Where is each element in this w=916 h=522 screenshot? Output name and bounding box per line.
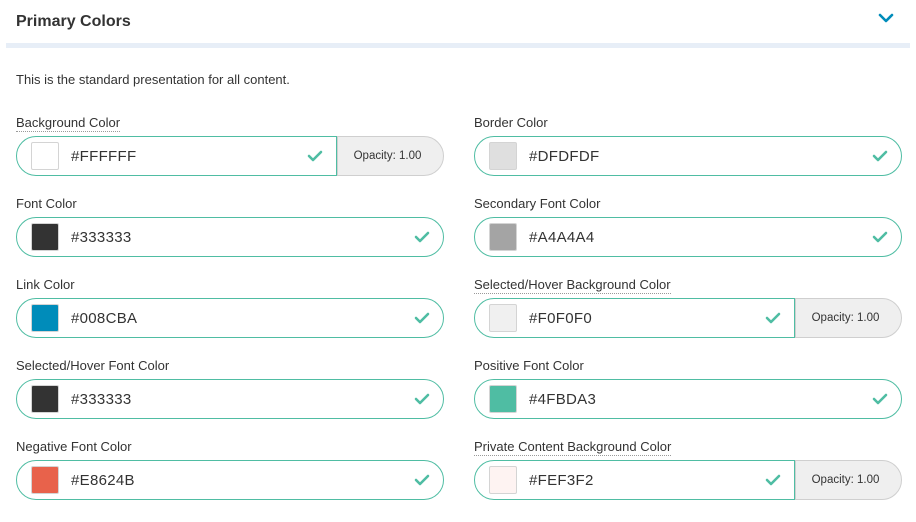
- field-label: Selected/Hover Background Color: [474, 277, 671, 294]
- color-swatch[interactable]: [31, 385, 59, 413]
- field-negative-font-color: Negative Font Color #E8624B: [16, 438, 444, 500]
- private-content-background-color-input[interactable]: #FEF3F2: [474, 460, 795, 500]
- checkmark-icon: [764, 311, 782, 325]
- hex-value: #FEF3F2: [529, 471, 594, 489]
- chevron-down-icon[interactable]: [876, 10, 896, 26]
- hex-value: #DFDFDF: [529, 147, 600, 165]
- field-selected-hover-font-color: Selected/Hover Font Color #333333: [16, 357, 444, 419]
- hex-value: #FFFFFF: [71, 147, 137, 165]
- negative-font-color-input[interactable]: #E8624B: [16, 460, 444, 500]
- field-selected-hover-background-color: Selected/Hover Background Color #F0F0F0 …: [474, 276, 902, 338]
- field-label: Private Content Background Color: [474, 439, 672, 456]
- link-color-input[interactable]: #008CBA: [16, 298, 444, 338]
- checkmark-icon: [871, 230, 889, 244]
- opacity-control[interactable]: Opacity: 1.00: [795, 298, 902, 338]
- checkmark-icon: [871, 149, 889, 163]
- hex-value: #333333: [71, 390, 132, 408]
- opacity-control[interactable]: Opacity: 1.00: [337, 136, 444, 176]
- field-secondary-font-color: Secondary Font Color #A4A4A4: [474, 195, 902, 257]
- header-divider: [6, 43, 910, 48]
- color-swatch[interactable]: [31, 223, 59, 251]
- field-border-color: Border Color #DFDFDF: [474, 114, 902, 176]
- checkmark-icon: [306, 149, 324, 163]
- field-label: Font Color: [16, 196, 77, 211]
- background-color-input[interactable]: #FFFFFF: [16, 136, 337, 176]
- opacity-control[interactable]: Opacity: 1.00: [795, 460, 902, 500]
- field-label: Positive Font Color: [474, 358, 584, 373]
- field-private-content-background-color: Private Content Background Color #FEF3F2…: [474, 438, 902, 500]
- field-label: Background Color: [16, 115, 121, 132]
- color-swatch[interactable]: [489, 142, 517, 170]
- color-swatch[interactable]: [489, 385, 517, 413]
- field-label: Link Color: [16, 277, 75, 292]
- field-positive-font-color: Positive Font Color #4FBDA3: [474, 357, 902, 419]
- checkmark-icon: [413, 230, 431, 244]
- color-swatch[interactable]: [489, 223, 517, 251]
- font-color-input[interactable]: #333333: [16, 217, 444, 257]
- color-swatch[interactable]: [31, 466, 59, 494]
- field-background-color: Background Color #FFFFFF Opacity: 1.00: [16, 114, 444, 176]
- secondary-font-color-input[interactable]: #A4A4A4: [474, 217, 902, 257]
- field-label: Secondary Font Color: [474, 196, 601, 211]
- field-label: Selected/Hover Font Color: [16, 358, 170, 373]
- hex-value: #008CBA: [71, 309, 138, 327]
- border-color-input[interactable]: #DFDFDF: [474, 136, 902, 176]
- hex-value: #333333: [71, 228, 132, 246]
- section-description: This is the standard presentation for al…: [16, 72, 290, 87]
- selected-hover-background-color-input[interactable]: #F0F0F0: [474, 298, 795, 338]
- hex-value: #4FBDA3: [529, 390, 597, 408]
- section-header[interactable]: Primary Colors: [6, 0, 910, 44]
- checkmark-icon: [871, 392, 889, 406]
- selected-hover-font-color-input[interactable]: #333333: [16, 379, 444, 419]
- checkmark-icon: [413, 392, 431, 406]
- color-swatch[interactable]: [489, 466, 517, 494]
- color-swatch[interactable]: [31, 304, 59, 332]
- hex-value: #F0F0F0: [529, 309, 592, 327]
- checkmark-icon: [413, 473, 431, 487]
- field-label: Negative Font Color: [16, 439, 132, 454]
- field-font-color: Font Color #333333: [16, 195, 444, 257]
- field-link-color: Link Color #008CBA: [16, 276, 444, 338]
- field-label: Border Color: [474, 115, 548, 130]
- checkmark-icon: [764, 473, 782, 487]
- section-title: Primary Colors: [16, 13, 131, 30]
- color-swatch[interactable]: [489, 304, 517, 332]
- checkmark-icon: [413, 311, 431, 325]
- hex-value: #A4A4A4: [529, 228, 595, 246]
- color-swatch[interactable]: [31, 142, 59, 170]
- hex-value: #E8624B: [71, 471, 135, 489]
- positive-font-color-input[interactable]: #4FBDA3: [474, 379, 902, 419]
